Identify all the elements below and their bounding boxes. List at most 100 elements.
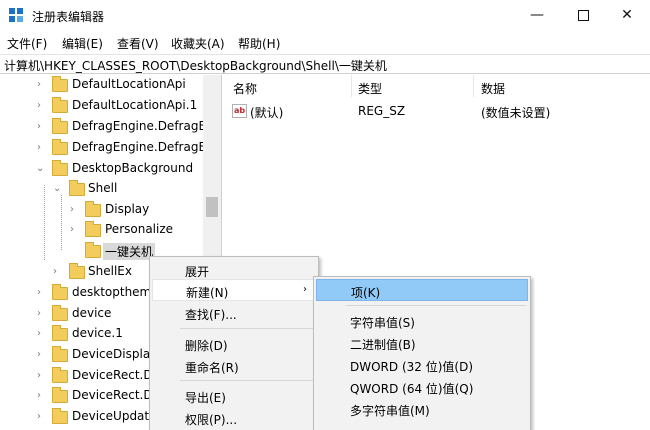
chevron-right-icon[interactable]: › <box>37 100 47 112</box>
menu-item-label: 权限(P)... <box>185 413 238 427</box>
folder-icon <box>52 97 68 113</box>
minimize-button[interactable]: — <box>514 0 560 30</box>
menu-item-label: 展开 <box>185 265 210 279</box>
tree-item[interactable]: ⌄ DesktopBackground <box>0 160 205 180</box>
regedit-app-icon <box>9 8 25 24</box>
tree-item[interactable]: › Personalize <box>0 221 205 241</box>
menu-item-label: 多字符串值(M) <box>350 404 430 418</box>
tree-scrollbar-thumb[interactable] <box>206 197 218 217</box>
column-header-type[interactable]: 类型 <box>358 80 382 97</box>
address-path[interactable]: 计算机\HKEY_CLASSES_ROOT\DesktopBackground\… <box>4 57 387 74</box>
menu-separator <box>180 328 314 329</box>
chevron-right-icon[interactable]: › <box>37 411 47 423</box>
folder-icon <box>52 118 68 134</box>
tree-item-label: Personalize <box>105 222 174 236</box>
tree-item-label: DefaultLocationApi.1 <box>72 98 198 112</box>
close-button[interactable]: ✕ <box>604 0 650 30</box>
chevron-right-icon[interactable]: › <box>37 370 47 382</box>
chevron-down-icon[interactable]: ⌄ <box>36 163 46 175</box>
folder-icon <box>52 346 68 362</box>
menu-item-new[interactable]: 新建(N) › <box>152 279 316 301</box>
menu-edit[interactable]: 编辑(E) <box>62 35 103 52</box>
folder-icon <box>52 305 68 321</box>
menu-item-find[interactable]: 查找(F)... <box>152 302 316 324</box>
submenu-item-binary-value[interactable]: 二进制值(B) <box>316 332 528 354</box>
menu-item-label: 删除(D) <box>185 339 228 353</box>
menu-separator <box>180 380 314 381</box>
chevron-right-icon[interactable]: › <box>37 390 47 402</box>
chevron-right-icon[interactable]: › <box>37 142 47 154</box>
menu-bar: 文件(F) 编辑(E) 查看(V) 收藏夹(A) 帮助(H) <box>0 33 650 53</box>
window-title: 注册表编辑器 <box>32 10 105 24</box>
tree-item-label: Display <box>105 202 150 216</box>
column-divider[interactable] <box>351 75 352 97</box>
tree-item-label: device <box>72 306 112 320</box>
tree-item[interactable]: › DefaultLocationApi <box>0 76 205 96</box>
menu-item-label: 导出(E) <box>185 391 226 405</box>
submenu-item-qword-value[interactable]: QWORD (64 位)值(Q) <box>316 376 528 398</box>
folder-icon <box>85 242 101 258</box>
menu-item-expand[interactable]: 展开 <box>152 259 316 281</box>
tree-item-label: DeviceUpdat <box>72 409 150 423</box>
tree-item-label: DefaultLocationApi <box>72 77 186 91</box>
chevron-right-icon[interactable]: › <box>37 349 47 361</box>
menu-item-label: 重命名(R) <box>185 361 239 375</box>
chevron-right-icon[interactable]: › <box>70 224 80 236</box>
tree-item-label: DefragEngine.DefragE <box>72 140 207 154</box>
folder-icon <box>52 367 68 383</box>
folder-icon <box>52 160 68 176</box>
tree-item-label: 一键关机 <box>103 243 156 260</box>
submenu-item-string-value[interactable]: 字符串值(S) <box>316 310 528 332</box>
list-header: 名称 类型 数据 <box>223 75 650 97</box>
tree-item[interactable]: › Display <box>0 201 205 221</box>
new-submenu: 项(K) 字符串值(S) 二进制值(B) DWORD (32 位)值(D) QW… <box>313 276 531 430</box>
address-bar[interactable]: 计算机\HKEY_CLASSES_ROOT\DesktopBackground\… <box>0 54 650 74</box>
tree-item-label: device.1 <box>72 326 123 340</box>
tree-item-label: DeviceDispla <box>72 347 151 361</box>
folder-icon <box>85 221 101 237</box>
menu-item-label: QWORD (64 位)值(Q) <box>350 382 474 396</box>
chevron-right-icon[interactable]: › <box>37 287 47 299</box>
value-type: REG_SZ <box>358 104 406 118</box>
menu-item-label: 查找(F)... <box>185 308 237 322</box>
folder-icon <box>52 139 68 155</box>
menu-view[interactable]: 查看(V) <box>117 35 159 52</box>
folder-icon <box>52 284 68 300</box>
maximize-button[interactable] <box>560 0 606 30</box>
column-header-data[interactable]: 数据 <box>481 80 505 97</box>
menu-item-permissions[interactable]: 权限(P)... <box>152 407 316 429</box>
tree-item[interactable]: ⌄ Shell <box>0 180 205 200</box>
menu-item-rename[interactable]: 重命名(R) <box>152 355 316 377</box>
value-row[interactable]: ab (默认) REG_SZ (数值未设置) <box>223 101 650 121</box>
tree-item-label: DeviceRect.D <box>72 388 153 402</box>
tree-item[interactable]: › DefragEngine.DefragE <box>0 139 207 159</box>
submenu-item-key[interactable]: 项(K) <box>316 279 528 301</box>
tree-item-label: DefragEngine.DefragE <box>72 119 207 133</box>
column-divider[interactable] <box>473 75 474 97</box>
folder-icon <box>69 180 85 196</box>
chevron-right-icon[interactable]: › <box>37 121 47 133</box>
chevron-down-icon[interactable]: ⌄ <box>53 183 63 195</box>
folder-icon <box>52 325 68 341</box>
chevron-right-icon[interactable]: › <box>53 266 63 278</box>
folder-icon <box>52 408 68 424</box>
chevron-right-icon[interactable]: › <box>37 79 47 91</box>
menu-favorites[interactable]: 收藏夹(A) <box>171 35 225 52</box>
submenu-item-dword-value[interactable]: DWORD (32 位)值(D) <box>316 354 528 376</box>
menu-item-export[interactable]: 导出(E) <box>152 385 316 407</box>
tree-item[interactable]: › DefaultLocationApi.1 <box>0 97 205 117</box>
maximize-icon <box>577 9 589 21</box>
column-header-name[interactable]: 名称 <box>233 80 257 97</box>
tree-item-label: DeviceRect.D <box>72 368 153 382</box>
menu-help[interactable]: 帮助(H) <box>238 35 280 52</box>
menu-item-delete[interactable]: 删除(D) <box>152 333 316 355</box>
menu-item-label: DWORD (32 位)值(D) <box>350 360 473 374</box>
submenu-item-multi-string-value[interactable]: 多字符串值(M) <box>316 398 528 420</box>
chevron-right-icon[interactable]: › <box>37 328 47 340</box>
folder-icon <box>69 263 85 279</box>
tree-item-label: DesktopBackground <box>72 161 194 175</box>
chevron-right-icon[interactable]: › <box>70 204 80 216</box>
tree-item[interactable]: › DefragEngine.DefragE <box>0 118 207 138</box>
menu-file[interactable]: 文件(F) <box>7 35 47 52</box>
chevron-right-icon[interactable]: › <box>37 308 47 320</box>
